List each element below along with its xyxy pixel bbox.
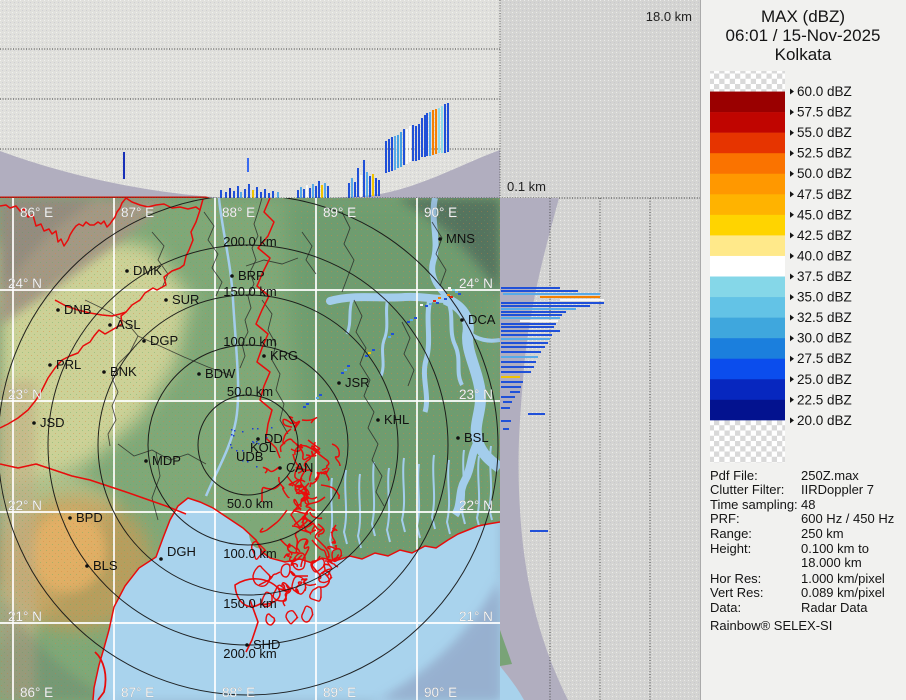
svg-text:18.000 km: 18.000 km <box>801 555 862 570</box>
svg-text:30.0 dBZ: 30.0 dBZ <box>797 331 852 346</box>
svg-text:BDW: BDW <box>205 366 236 381</box>
svg-text:IIRDoppler 7: IIRDoppler 7 <box>801 482 874 497</box>
svg-text:100.0 km: 100.0 km <box>223 546 276 561</box>
svg-text:Range:: Range: <box>710 526 752 541</box>
svg-text:BSL: BSL <box>464 430 489 445</box>
svg-text:50.0 km: 50.0 km <box>227 496 273 511</box>
svg-text:MAX (dBZ): MAX (dBZ) <box>761 7 845 26</box>
svg-text:40.0 dBZ: 40.0 dBZ <box>797 249 852 264</box>
svg-text:DGP: DGP <box>150 333 178 348</box>
svg-text:23° N: 23° N <box>8 387 42 402</box>
svg-text:BRP: BRP <box>238 268 265 283</box>
svg-text:87° E: 87° E <box>121 685 154 700</box>
svg-text:BLS: BLS <box>93 558 118 573</box>
svg-text:250 km: 250 km <box>801 526 844 541</box>
svg-text:86° E: 86° E <box>20 685 53 700</box>
svg-text:0.089 km/pixel: 0.089 km/pixel <box>801 585 885 600</box>
svg-text:90° E: 90° E <box>424 205 457 220</box>
svg-text:35.0 dBZ: 35.0 dBZ <box>797 290 852 305</box>
svg-text:DGH: DGH <box>167 544 196 559</box>
svg-text:Kolkata: Kolkata <box>775 45 832 64</box>
svg-text:24° N: 24° N <box>8 276 42 291</box>
svg-text:1.000 km/pixel: 1.000 km/pixel <box>801 571 885 586</box>
svg-text:DMK: DMK <box>133 263 162 278</box>
svg-text:Time sampling:: Time sampling: <box>710 497 798 512</box>
svg-text:UDB: UDB <box>236 449 263 464</box>
svg-text:90° E: 90° E <box>424 685 457 700</box>
svg-text:27.5 dBZ: 27.5 dBZ <box>797 351 852 366</box>
svg-text:0.1 km: 0.1 km <box>507 179 546 194</box>
svg-text:200.0 km: 200.0 km <box>223 234 276 249</box>
svg-text:57.5 dBZ: 57.5 dBZ <box>797 105 852 120</box>
svg-text:22° N: 22° N <box>459 498 493 513</box>
svg-text:CAN: CAN <box>286 460 313 475</box>
svg-text:55.0 dBZ: 55.0 dBZ <box>797 125 852 140</box>
svg-text:JSD: JSD <box>40 415 65 430</box>
svg-text:600 Hz / 450 Hz: 600 Hz / 450 Hz <box>801 511 894 526</box>
svg-text:22.5 dBZ: 22.5 dBZ <box>797 392 852 407</box>
svg-text:DNB: DNB <box>64 302 91 317</box>
svg-text:89° E: 89° E <box>323 685 356 700</box>
svg-text:MDP: MDP <box>152 453 181 468</box>
svg-text:Height:: Height: <box>710 541 751 556</box>
svg-text:KRG: KRG <box>270 348 298 363</box>
svg-text:50.0 km: 50.0 km <box>227 384 273 399</box>
svg-text:88° E: 88° E <box>222 685 255 700</box>
svg-text:PRL: PRL <box>56 357 81 372</box>
svg-text:Radar Data: Radar Data <box>801 600 868 615</box>
svg-text:Data:: Data: <box>710 600 741 615</box>
svg-text:0.100 km to: 0.100 km to <box>801 541 869 556</box>
svg-text:23° N: 23° N <box>459 387 493 402</box>
svg-text:PRF:: PRF: <box>710 511 740 526</box>
svg-text:47.5 dBZ: 47.5 dBZ <box>797 187 852 202</box>
svg-text:KHL: KHL <box>384 412 409 427</box>
svg-text:Hor Res:: Hor Res: <box>710 571 761 586</box>
svg-text:24° N: 24° N <box>459 276 493 291</box>
svg-text:BNK: BNK <box>110 364 137 379</box>
svg-text:ASL: ASL <box>116 317 141 332</box>
svg-text:Rainbow® SELEX-SI: Rainbow® SELEX-SI <box>710 618 832 633</box>
svg-text:37.5 dBZ: 37.5 dBZ <box>797 269 852 284</box>
svg-text:21° N: 21° N <box>8 609 42 624</box>
svg-text:45.0 dBZ: 45.0 dBZ <box>797 207 852 222</box>
svg-text:86° E: 86° E <box>20 205 53 220</box>
svg-text:100.0 km: 100.0 km <box>223 334 276 349</box>
svg-text:32.5 dBZ: 32.5 dBZ <box>797 310 852 325</box>
svg-text:89° E: 89° E <box>323 205 356 220</box>
svg-text:Clutter Filter:: Clutter Filter: <box>710 482 784 497</box>
svg-text:BPD: BPD <box>76 510 103 525</box>
svg-text:150.0 km: 150.0 km <box>223 596 276 611</box>
svg-text:JSR: JSR <box>345 375 370 390</box>
svg-text:21° N: 21° N <box>459 609 493 624</box>
svg-text:20.0 dBZ: 20.0 dBZ <box>797 413 852 428</box>
svg-text:48: 48 <box>801 497 815 512</box>
svg-text:150.0 km: 150.0 km <box>223 284 276 299</box>
svg-text:87° E: 87° E <box>121 205 154 220</box>
svg-text:MNS: MNS <box>446 231 475 246</box>
svg-text:SUR: SUR <box>172 292 199 307</box>
svg-text:06:01 / 15-Nov-2025: 06:01 / 15-Nov-2025 <box>726 26 881 45</box>
svg-text:88° E: 88° E <box>222 205 255 220</box>
svg-text:50.0 dBZ: 50.0 dBZ <box>797 166 852 181</box>
svg-text:18.0 km: 18.0 km <box>646 9 692 24</box>
svg-text:22° N: 22° N <box>8 498 42 513</box>
svg-text:25.0 dBZ: 25.0 dBZ <box>797 372 852 387</box>
svg-text:Vert Res:: Vert Res: <box>710 585 763 600</box>
svg-text:Pdf File:: Pdf File: <box>710 468 758 483</box>
svg-text:42.5 dBZ: 42.5 dBZ <box>797 228 852 243</box>
svg-text:250Z.max: 250Z.max <box>801 468 859 483</box>
svg-text:60.0 dBZ: 60.0 dBZ <box>797 84 852 99</box>
svg-text:SHD: SHD <box>253 637 280 652</box>
svg-text:52.5 dBZ: 52.5 dBZ <box>797 146 852 161</box>
svg-text:DCA: DCA <box>468 312 496 327</box>
